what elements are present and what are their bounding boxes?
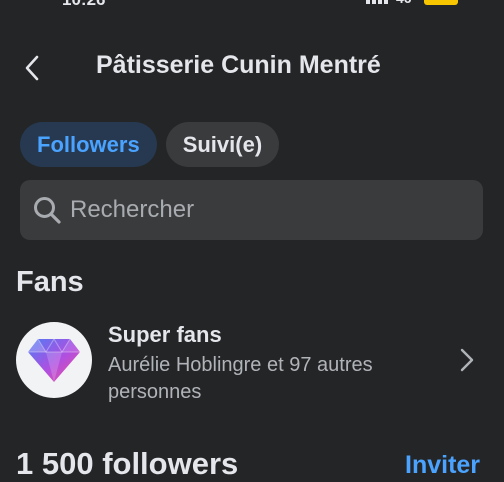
tab-followers[interactable]: Followers: [20, 122, 157, 167]
tab-bar: Followers Suivi(e): [20, 122, 280, 167]
page-title: Pâtisserie Cunin Mentré: [96, 51, 381, 79]
header: Pâtisserie Cunin Mentré: [0, 42, 504, 92]
back-button[interactable]: [14, 50, 50, 86]
super-fans-description: Aurélie Hoblingre et 97 autres personnes: [108, 354, 373, 403]
battery-icon: [424, 0, 458, 5]
signal-icon: [366, 0, 392, 4]
battery-level: 46: [396, 0, 412, 6]
tab-following[interactable]: Suivi(e): [165, 122, 280, 167]
super-fans-row[interactable]: Super fans Aurélie Hoblingre et 97 autre…: [0, 312, 504, 412]
chevron-right-icon: [460, 348, 474, 372]
search-icon: [34, 197, 61, 224]
search-bar[interactable]: [20, 180, 483, 240]
search-input[interactable]: [70, 180, 483, 240]
chevron-left-icon: [25, 55, 39, 81]
super-fans-title: Super fans: [108, 322, 222, 347]
followers-count: 1 500 followers: [16, 446, 239, 481]
invite-button[interactable]: Inviter: [405, 451, 480, 480]
diamond-icon: [28, 338, 80, 382]
section-title-fans: Fans: [16, 266, 84, 298]
status-bar: 10:26 46: [0, 0, 504, 12]
status-time: 10:26: [62, 0, 105, 10]
super-fans-avatar: [16, 322, 92, 398]
